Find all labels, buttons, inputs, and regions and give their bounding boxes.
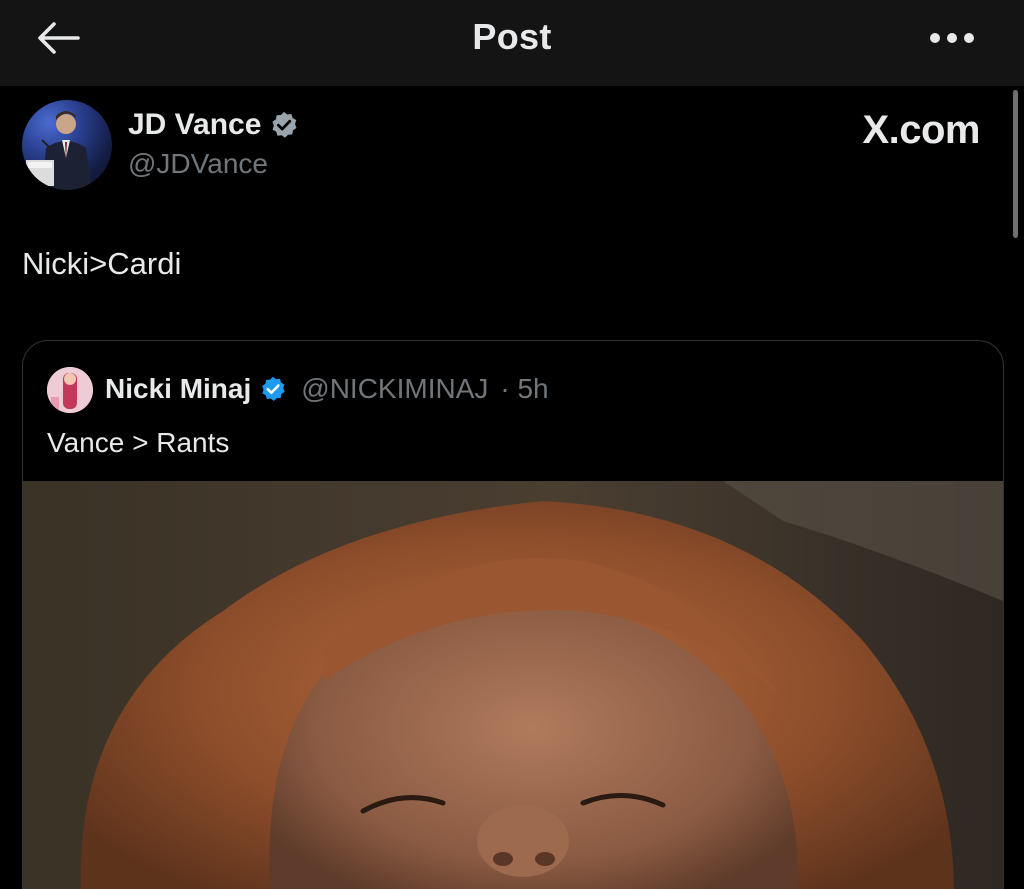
verified-badge-icon — [272, 111, 297, 138]
more-dots-icon — [930, 33, 974, 43]
author-name-row[interactable]: JD Vance — [128, 108, 299, 142]
scrollbar[interactable] — [1013, 90, 1018, 238]
more-options-button[interactable] — [924, 22, 980, 54]
quoted-header: Nicki Minaj @NICKIMINAJ · 5h — [105, 373, 549, 405]
author-name[interactable]: JD Vance — [128, 108, 261, 142]
post-screen: Post JD Vance @JDVance X.com Nicki>Cardi… — [0, 0, 1024, 889]
post-text: Nicki>Cardi — [22, 246, 182, 281]
verified-badge-icon — [262, 376, 285, 401]
page-title: Post — [472, 16, 552, 57]
author-avatar[interactable] — [22, 100, 112, 190]
top-bar: Post — [0, 0, 1024, 86]
quoted-author-handle[interactable]: @NICKIMINAJ — [301, 373, 488, 405]
quoted-author-name[interactable]: Nicki Minaj — [105, 373, 251, 405]
quoted-media-image[interactable] — [23, 481, 1003, 889]
author-handle[interactable]: @JDVance — [128, 148, 268, 180]
quoted-post-card[interactable]: Nicki Minaj @NICKIMINAJ · 5h Vance > Ran… — [22, 340, 1004, 889]
quoted-post-text: Vance > Rants — [47, 427, 230, 458]
avatar-photo — [26, 111, 92, 190]
source-watermark: X.com — [862, 108, 980, 152]
media-photo — [23, 481, 1003, 889]
quoted-author-avatar[interactable] — [47, 367, 93, 413]
quoted-timestamp: · 5h — [500, 373, 549, 404]
quoted-avatar-photo — [47, 367, 93, 413]
